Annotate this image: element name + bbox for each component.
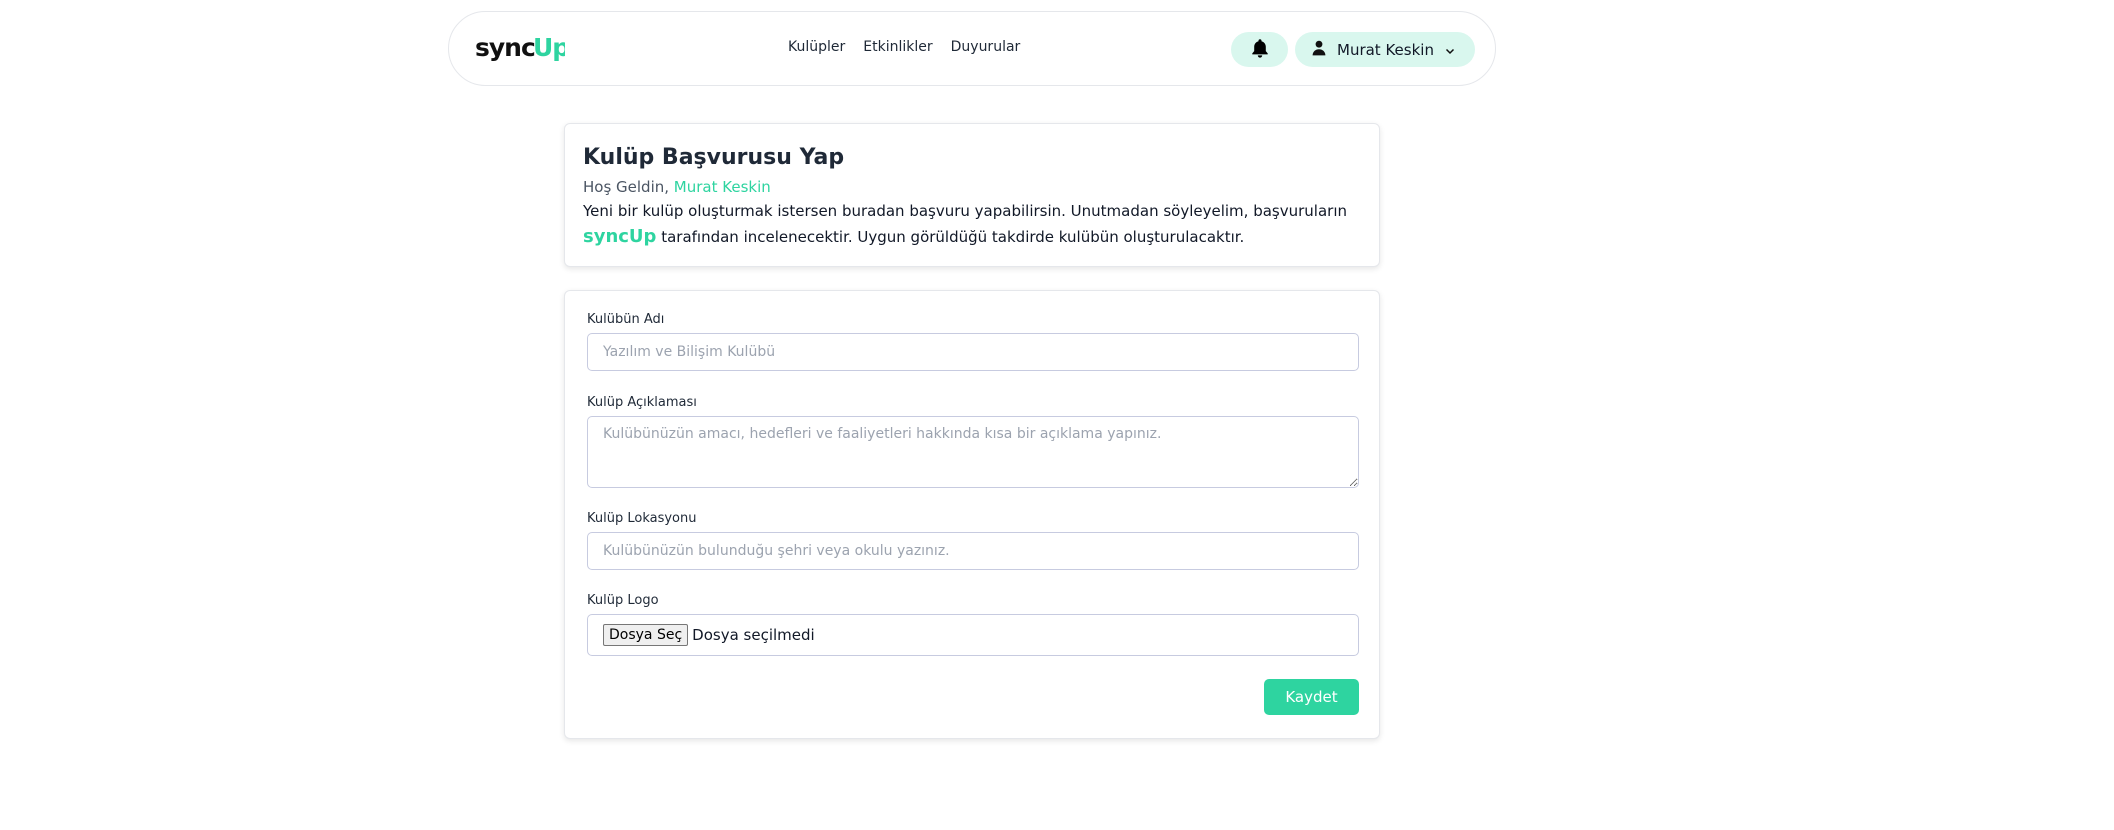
bell-icon: [1251, 38, 1269, 62]
nav-kulupler[interactable]: Kulüpler: [788, 39, 845, 55]
club-logo-label: Kulüp Logo: [587, 593, 659, 608]
intro-text-after: tarafından incelenecektir. Uygun görüldü…: [656, 228, 1245, 246]
nav-etkinlikler[interactable]: Etkinlikler: [863, 39, 932, 55]
top-navbar: sync Up Kulüpler Etkinlikler Duyurular M…: [448, 11, 1496, 86]
notifications-button[interactable]: [1231, 32, 1288, 67]
welcome-text: Hoş Geldin, Murat Keskin: [583, 176, 1361, 198]
svg-text:Up: Up: [533, 33, 565, 62]
main-nav: Kulüpler Etkinlikler Duyurular: [788, 39, 1020, 55]
page-title: Kulüp Başvurusu Yap: [583, 145, 845, 170]
user-menu-button[interactable]: Murat Keskin: [1295, 32, 1475, 67]
choose-file-button[interactable]: Dosya Seç: [603, 624, 689, 646]
club-application-form: Kulübün Adı Kulüp Açıklaması Kulüp Lokas…: [564, 290, 1380, 739]
welcome-prefix: Hoş Geldin,: [583, 178, 674, 196]
club-description-input[interactable]: [587, 416, 1359, 488]
club-description-label: Kulüp Açıklaması: [587, 395, 697, 410]
user-name: Murat Keskin: [1337, 40, 1434, 59]
intro-text-before: Yeni bir kulüp oluşturmak istersen burad…: [583, 202, 1347, 220]
svg-text:sync: sync: [475, 33, 535, 62]
nav-duyurular[interactable]: Duyurular: [951, 39, 1021, 55]
intro-card: Kulüp Başvurusu Yap Hoş Geldin, Murat Ke…: [564, 123, 1380, 267]
club-location-input[interactable]: [587, 532, 1359, 570]
save-button[interactable]: Kaydet: [1264, 679, 1359, 715]
user-icon: [1312, 40, 1326, 60]
intro-description: Yeni bir kulüp oluşturmak istersen burad…: [583, 198, 1361, 250]
syncup-logo[interactable]: sync Up: [475, 32, 565, 66]
club-name-input[interactable]: [587, 333, 1359, 371]
brand-name: syncUp: [583, 226, 657, 247]
club-location-label: Kulüp Lokasyonu: [587, 511, 697, 526]
club-name-label: Kulübün Adı: [587, 312, 665, 327]
welcome-user-name: Murat Keskin: [673, 178, 771, 196]
file-status: Dosya seçilmedi: [692, 626, 815, 644]
club-logo-file-input[interactable]: Dosya Seç Dosya seçilmedi: [587, 614, 1359, 656]
chevron-down-icon: [1445, 40, 1455, 59]
